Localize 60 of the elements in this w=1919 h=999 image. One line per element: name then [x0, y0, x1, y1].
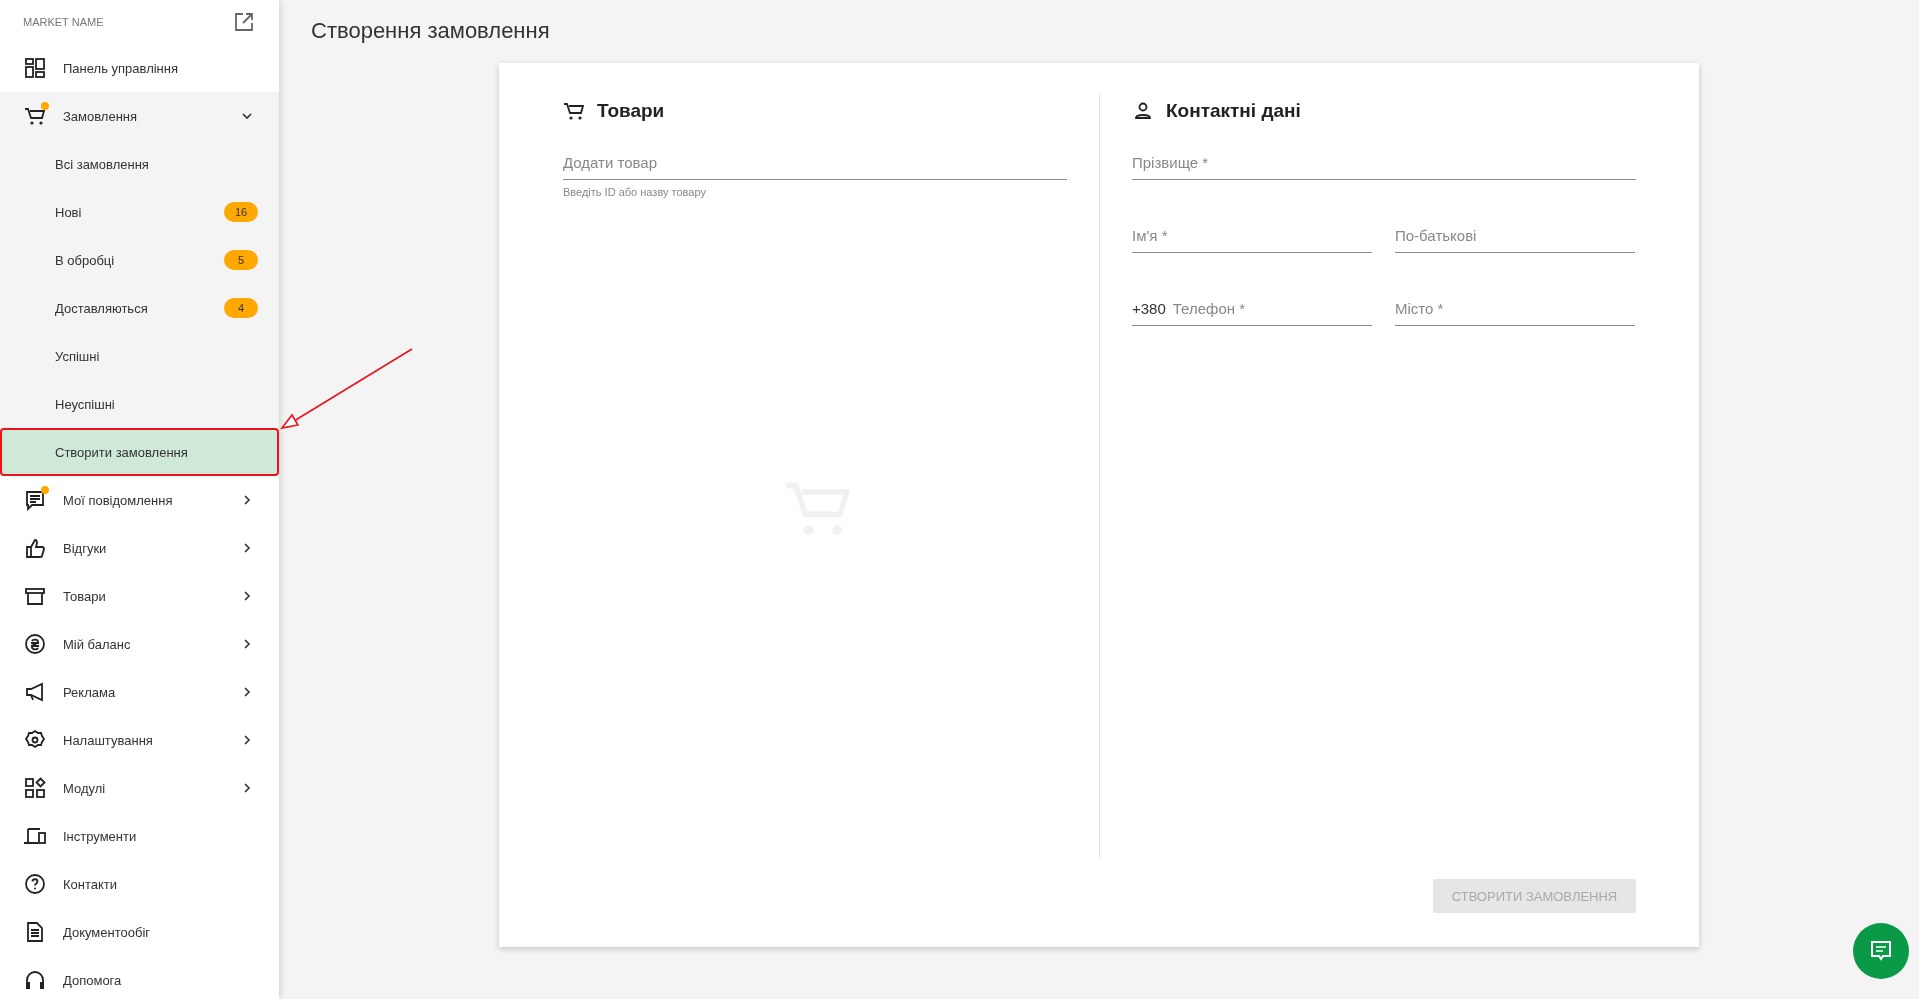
help-icon	[24, 873, 46, 895]
person-icon	[1132, 100, 1154, 122]
cart-icon	[24, 105, 46, 127]
page-title: Створення замовлення	[311, 18, 551, 44]
text-field[interactable]: По-батькові	[1395, 221, 1635, 253]
sidebar-item[interactable]: Допомога	[0, 956, 279, 999]
chevron-right-icon	[241, 542, 253, 554]
count-badge: 4	[224, 298, 258, 318]
chevron-right-icon	[241, 686, 253, 698]
chevron-right-icon	[241, 590, 253, 602]
chevron-right-icon	[241, 638, 253, 650]
headset-icon	[24, 969, 46, 991]
sidebar-item[interactable]: Інструменти	[0, 812, 279, 860]
dashboard-icon	[24, 57, 46, 79]
sidebar-item[interactable]: Контакти	[0, 860, 279, 908]
chevron-right-icon	[241, 782, 253, 794]
sidebar-subitem[interactable]: Успішні	[0, 332, 279, 380]
sidebar-item[interactable]: Мій баланс	[0, 620, 279, 668]
chevron-right-icon	[241, 494, 253, 506]
text-field[interactable]: Прізвище *	[1132, 148, 1636, 180]
box-icon	[24, 585, 46, 607]
section-title: Товари	[597, 100, 665, 122]
phone-field[interactable]: Телефон *	[1172, 294, 1372, 325]
chevron-right-icon	[241, 734, 253, 746]
field-hint: Введіть ID або назву товару	[563, 186, 707, 198]
sidebar-item[interactable]: Модулі	[0, 764, 279, 812]
sidebar-item[interactable]: Відгуки	[0, 524, 279, 572]
cart-icon	[563, 100, 585, 122]
section-title: Контактні дані	[1166, 100, 1301, 122]
sidebar-subitem[interactable]: Створити замовлення	[0, 428, 279, 476]
thumbs-up-icon	[24, 537, 46, 559]
sidebar-item[interactable]: Налаштування	[0, 716, 279, 764]
count-badge: 5	[224, 250, 258, 270]
product-search-field[interactable]: Додати товар	[563, 148, 1067, 180]
sidebar-item[interactable]: Панель управління	[0, 44, 279, 92]
external-link-icon	[234, 12, 254, 32]
sidebar-item[interactable]: Реклама	[0, 668, 279, 716]
sidebar-item[interactable]: Товари	[0, 572, 279, 620]
coin-icon	[24, 633, 46, 655]
settings-icon	[24, 729, 46, 751]
megaphone-icon	[24, 681, 46, 703]
devices-icon	[24, 825, 46, 847]
sidebar-subitem[interactable]: Доставляються 4	[0, 284, 279, 332]
chat-icon	[24, 489, 46, 511]
sidebar-subitem[interactable]: Нові 16	[0, 188, 279, 236]
sidebar-subitem[interactable]: Неуспішні	[0, 380, 279, 428]
phone-prefix: +380	[1132, 300, 1166, 317]
market-name: MARKET NAME	[23, 16, 104, 28]
sidebar-item[interactable]: Замовлення	[0, 92, 279, 140]
grid-icon	[24, 777, 46, 799]
chevron-down-icon	[241, 110, 253, 122]
text-field[interactable]: Місто *	[1395, 294, 1635, 326]
sidebar-item[interactable]: Мої повідомлення	[0, 476, 279, 524]
sidebar-subitem[interactable]: Всі замовлення	[0, 140, 279, 188]
document-icon	[24, 921, 46, 943]
chat-button[interactable]	[1853, 923, 1909, 979]
text-field[interactable]: Ім'я *	[1132, 221, 1372, 253]
count-badge: 16	[224, 202, 258, 222]
sidebar-subitem[interactable]: В обробці 5	[0, 236, 279, 284]
sidebar-item[interactable]: Документообіг	[0, 908, 279, 956]
